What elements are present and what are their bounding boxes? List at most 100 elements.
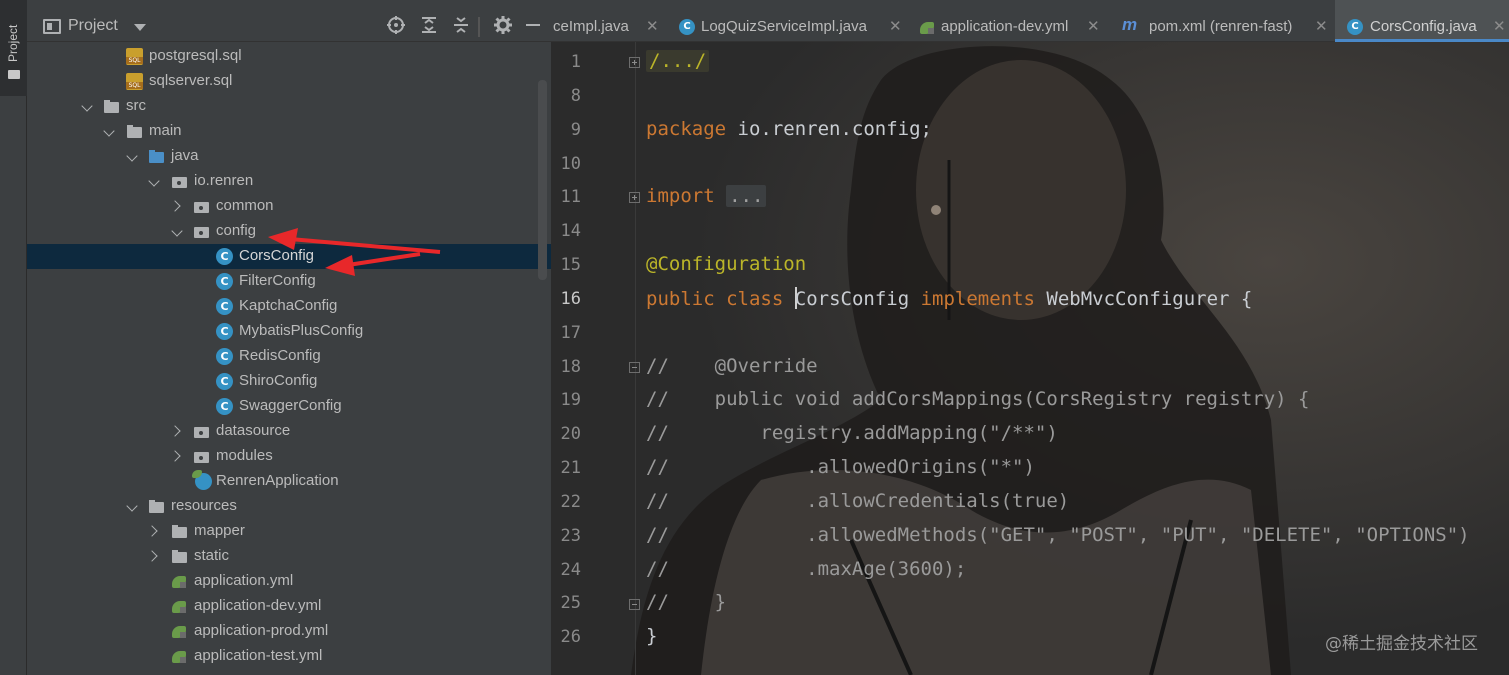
code-line-20[interactable]: // registry.addMapping("/**") (646, 422, 1058, 444)
close-icon[interactable]: ✕ (1315, 17, 1328, 35)
code-line-26[interactable]: } (646, 625, 657, 647)
collapse-all-icon[interactable] (450, 15, 472, 37)
chevron-down-icon[interactable] (134, 24, 146, 31)
code-line-1[interactable]: /.../ (646, 50, 710, 72)
folded-header[interactable]: /.../ (646, 50, 710, 72)
chevron-down-icon[interactable] (171, 225, 183, 237)
tree-item-label: ShiroConfig (239, 372, 318, 389)
tree-item-sqlserver-sql[interactable]: sqlserver.sql (27, 69, 551, 94)
project-scrollbar[interactable] (538, 80, 547, 280)
tree-item-shiroconfig[interactable]: C ShiroConfig (27, 369, 551, 394)
folder-icon (103, 98, 120, 115)
tree-item-application-test-yml[interactable]: application-test.yml (27, 644, 551, 669)
locate-file-icon[interactable] (385, 15, 407, 37)
tree-item-mybatisplusconfig[interactable]: C MybatisPlusConfig (27, 319, 551, 344)
yml-file-icon (171, 623, 188, 640)
tree-item-main[interactable]: main (27, 119, 551, 144)
tree-item-application-dev-yml[interactable]: application-dev.yml (27, 594, 551, 619)
code-classname-rest: orsConfig (806, 288, 910, 310)
code-line-16[interactable]: public class CorsConfig implements WebMv… (646, 287, 1252, 310)
code-line-25[interactable]: // } (646, 591, 726, 613)
tab-corsconfig-java[interactable]: C CorsConfig.java ✕ (1335, 0, 1509, 42)
tab-pom-xml[interactable]: m pom.xml (renren-fast) ✕ (1117, 0, 1335, 42)
tree-item-label: postgresql.sql (149, 47, 242, 64)
tree-item-datasource[interactable]: datasource (27, 419, 551, 444)
toolbar-divider (478, 17, 480, 37)
tree-item-label: RedisConfig (239, 347, 321, 364)
code-line-9[interactable]: package io.renren.config; (646, 118, 932, 140)
chevron-down-icon[interactable] (148, 175, 160, 187)
tree-item-application-yml[interactable]: application.yml (27, 569, 551, 594)
chevron-right-icon[interactable] (171, 450, 183, 462)
fold-collapse-icon[interactable] (629, 599, 640, 610)
code-line-23[interactable]: // .allowedMethods("GET", "POST", "PUT",… (646, 524, 1470, 546)
tree-item-mapper[interactable]: mapper (27, 519, 551, 544)
tree-item-config[interactable]: config (27, 219, 551, 244)
expand-all-icon[interactable] (418, 15, 440, 37)
tree-item-io-renren[interactable]: io.renren (27, 169, 551, 194)
tree-item-application-prod-yml[interactable]: application-prod.yml (27, 619, 551, 644)
tab-application-dev-yml[interactable]: application-dev.yml ✕ (913, 0, 1109, 42)
minimize-icon[interactable] (522, 15, 544, 37)
code-editor: ceImpl.java ✕ C LogQuizServiceImpl.java … (551, 0, 1509, 675)
tree-item-postgresql-sql[interactable]: postgresql.sql (27, 44, 551, 69)
tree-item-label: RenrenApplication (216, 472, 339, 489)
fold-expand-icon[interactable] (629, 192, 640, 203)
editor-tab-bar: ceImpl.java ✕ C LogQuizServiceImpl.java … (551, 0, 1509, 42)
tab-serviceimpl[interactable]: ceImpl.java ✕ (551, 0, 668, 42)
chevron-right-icon[interactable] (171, 425, 183, 437)
chevron-down-icon[interactable] (126, 500, 138, 512)
fold-collapse-icon[interactable] (629, 362, 640, 373)
close-icon[interactable]: ✕ (646, 17, 659, 35)
sql-file-icon (126, 48, 143, 65)
code-line-22[interactable]: // .allowCredentials(true) (646, 490, 1069, 512)
code-line-21[interactable]: // .allowedOrigins("*") (646, 456, 1035, 478)
line-number-current: 16 (560, 289, 581, 309)
fold-expand-icon[interactable] (629, 57, 640, 68)
tree-item-modules[interactable]: modules (27, 444, 551, 469)
folder-icon (171, 548, 188, 565)
close-icon[interactable]: ✕ (1493, 17, 1506, 35)
tree-item-redisconfig[interactable]: C RedisConfig (27, 344, 551, 369)
tree-item-common[interactable]: common (27, 194, 551, 219)
folded-imports[interactable]: ... (726, 185, 767, 207)
chevron-down-icon[interactable] (81, 100, 93, 112)
line-number: 10 (560, 154, 581, 174)
class-icon: C (216, 248, 233, 265)
chevron-down-icon[interactable] (103, 125, 115, 137)
class-icon: C (216, 348, 233, 365)
code-line-19[interactable]: // public void addCorsMappings(CorsRegis… (646, 388, 1309, 410)
tree-item-kaptchaconfig[interactable]: C KaptchaConfig (27, 294, 551, 319)
tree-item-label: modules (216, 447, 273, 464)
tree-item-swaggerconfig[interactable]: C SwaggerConfig (27, 394, 551, 419)
tree-item-static[interactable]: static (27, 544, 551, 569)
close-icon[interactable]: ✕ (889, 17, 902, 35)
tree-item-filterconfig[interactable]: C FilterConfig (27, 269, 551, 294)
package-icon (193, 198, 210, 215)
chevron-right-icon[interactable] (148, 525, 160, 537)
code-line-18[interactable]: // @Override (646, 355, 818, 377)
chevron-right-icon[interactable] (171, 200, 183, 212)
project-panel-title[interactable]: Project (68, 17, 118, 35)
tree-item-label: CorsConfig (239, 247, 315, 264)
line-number: 19 (560, 390, 581, 410)
gear-icon[interactable] (492, 15, 514, 37)
code-line-24[interactable]: // .maxAge(3600); (646, 558, 966, 580)
tree-item-label: FilterConfig (239, 272, 316, 289)
close-icon[interactable]: ✕ (1087, 17, 1100, 35)
tab-logquizserviceimpl[interactable]: C LogQuizServiceImpl.java ✕ (669, 0, 913, 42)
class-icon: C (216, 298, 233, 315)
code-line-11[interactable]: import ... (646, 185, 767, 207)
tree-item-renrenapplication[interactable]: RenrenApplication (27, 469, 551, 494)
tree-item-src[interactable]: src (27, 94, 551, 119)
project-tool-button[interactable]: Project (0, 0, 27, 96)
code-line-15[interactable]: @Configuration (646, 253, 806, 275)
chevron-down-icon[interactable] (126, 150, 138, 162)
tree-item-label: main (149, 122, 182, 139)
chevron-right-icon[interactable] (148, 550, 160, 562)
tree-item-java[interactable]: java (27, 144, 551, 169)
code-keyword: public class (646, 288, 784, 310)
line-number: 22 (560, 492, 581, 512)
tree-item-corsconfig[interactable]: C CorsConfig (27, 244, 551, 269)
tree-item-resources[interactable]: resources (27, 494, 551, 519)
